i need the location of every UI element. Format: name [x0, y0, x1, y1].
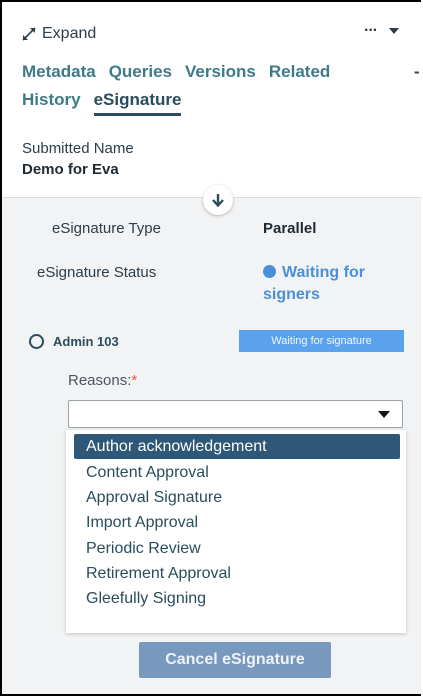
chevron-down-icon — [378, 411, 390, 418]
radio-icon[interactable] — [29, 334, 44, 349]
tabs-overflow[interactable]: - — [414, 58, 420, 86]
tab-metadata[interactable]: Metadata — [22, 58, 96, 86]
reason-option[interactable]: Content Approval — [74, 460, 400, 485]
signer-name: Admin 103 — [53, 334, 119, 349]
esignature-body: eSignature Type Parallel eSignature Stat… — [2, 198, 421, 694]
status-dot-icon — [263, 265, 276, 278]
reasons-label: Reasons:* — [68, 372, 137, 389]
tab-versions[interactable]: Versions — [185, 58, 256, 86]
reason-option[interactable]: Import Approval — [74, 510, 400, 535]
expand-label: Expand — [42, 25, 97, 42]
esignature-type-value: Parallel — [263, 220, 317, 237]
more-menu[interactable]: ··· — [364, 22, 399, 40]
status-badge: Waiting for signature — [239, 330, 404, 352]
reasons-dropdown: Author acknowledgement Content Approval … — [66, 430, 406, 633]
reason-option[interactable]: Author acknowledgement — [74, 434, 400, 459]
chevron-down-icon — [389, 28, 399, 34]
cancel-esignature-button[interactable]: Cancel eSignature — [139, 642, 331, 678]
esignature-panel: Expand ··· Metadata Queries Versions Relate… — [0, 0, 421, 696]
panel-header: Expand ··· Metadata Queries Versions Relate… — [2, 2, 421, 197]
tab-queries[interactable]: Queries — [109, 58, 172, 86]
signer-row[interactable]: Admin 103 — [29, 334, 119, 349]
submitted-name-value: Demo for Eva — [22, 161, 119, 178]
expand-button[interactable]: Expand — [22, 22, 96, 46]
esignature-status-label: eSignature Status — [37, 264, 157, 281]
tab-esignature[interactable]: eSignature — [93, 87, 182, 116]
reason-option[interactable]: Approval Signature — [74, 485, 400, 510]
reasons-label-text: Reasons: — [68, 372, 132, 389]
reason-option[interactable]: Retirement Approval — [74, 561, 400, 586]
reasons-select[interactable] — [68, 400, 403, 428]
tab-related[interactable]: Related — [269, 58, 330, 86]
status-text: Waiting for signers — [263, 264, 365, 303]
submitted-name-label: Submitted Name — [22, 140, 134, 157]
arrow-down-icon — [212, 194, 224, 207]
tab-bar: Metadata Queries Versions Related History eS… — [22, 58, 421, 116]
reason-option[interactable]: Gleefully Signing — [74, 586, 400, 611]
tab-history[interactable]: History — [22, 86, 81, 114]
expand-icon — [22, 27, 36, 41]
more-icon: ··· — [364, 22, 378, 39]
esignature-type-label: eSignature Type — [52, 220, 161, 237]
reason-option[interactable]: Periodic Review — [74, 536, 400, 561]
collapse-button[interactable] — [203, 185, 233, 215]
esignature-status-value: Waiting for signers — [263, 262, 413, 306]
required-mark: * — [131, 372, 138, 389]
